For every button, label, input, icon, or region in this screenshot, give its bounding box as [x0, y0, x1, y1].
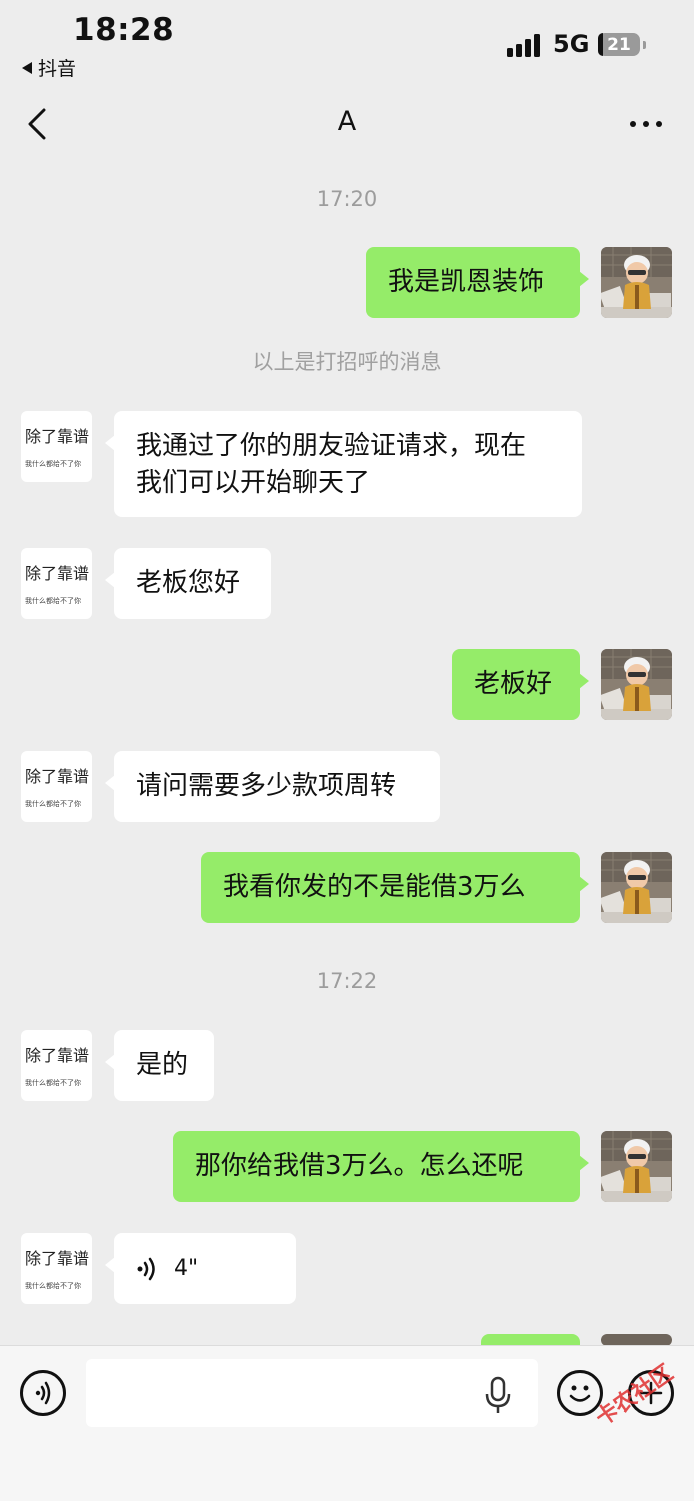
outgoing-message[interactable]: 那你给我借3万么。怎么还呢	[173, 1131, 589, 1202]
incoming-message[interactable]: 我通过了你的朋友验证请求，现在 我们可以开始聊天了	[105, 411, 582, 517]
avatar-subtext: 我什么都给不了你	[25, 460, 81, 468]
back-to-app-link[interactable]: 抖音	[22, 54, 76, 81]
avatar-subtext: 我什么都给不了你	[25, 1079, 81, 1087]
contact-avatar[interactable]: 除了靠谱 我什么都给不了你	[21, 1030, 92, 1101]
avatar-subtext: 我什么都给不了你	[25, 800, 81, 808]
avatar-subtext: 我什么都给不了你	[25, 1282, 81, 1290]
user-avatar[interactable]	[601, 852, 672, 923]
outgoing-message[interactable]: 老板好	[452, 649, 589, 720]
user-avatar[interactable]	[601, 1131, 672, 1202]
incoming-message[interactable]: 是的	[105, 1030, 214, 1101]
message-text: 我看你发的不是能借3万么	[223, 872, 526, 902]
battery-icon: 21	[598, 33, 646, 56]
chat-header: A	[0, 90, 694, 158]
avatar-text: 除了靠谱	[25, 1249, 90, 1268]
avatar-text: 除了靠谱	[25, 564, 90, 583]
voice-mode-button[interactable]	[20, 1370, 66, 1416]
message-input[interactable]	[86, 1359, 538, 1427]
signal-icon	[507, 33, 543, 57]
battery-level: 21	[607, 34, 631, 55]
message-text: 是的	[136, 1050, 189, 1080]
message-timestamp: 17:22	[316, 969, 378, 993]
contact-avatar[interactable]: 除了靠谱 我什么都给不了你	[21, 548, 92, 619]
contact-avatar[interactable]: 除了靠谱 我什么都给不了你	[21, 1233, 92, 1304]
back-triangle-icon	[22, 61, 32, 74]
network-type: 5G	[553, 30, 590, 58]
more-dots-icon[interactable]	[626, 112, 666, 136]
voice-duration: 4"	[174, 1256, 199, 1281]
voice-message[interactable]: 4"	[105, 1233, 296, 1304]
contact-avatar[interactable]: 除了靠谱 我什么都给不了你	[21, 411, 92, 482]
voice-wave-icon	[137, 1257, 155, 1280]
voice-mode-icon	[35, 1381, 51, 1405]
input-bar	[0, 1345, 694, 1501]
message-text: 我是凯恩装饰	[388, 267, 545, 297]
back-app-label: 抖音	[38, 58, 77, 80]
message-text: 请问需要多少款项周转	[136, 771, 397, 801]
message-text: 那你给我借3万么。怎么还呢	[195, 1151, 524, 1181]
message-text: 老板您好	[136, 568, 241, 598]
incoming-message[interactable]: 老板您好	[105, 548, 271, 619]
status-bar: 18:28 抖音 5G 21	[0, 0, 694, 90]
user-avatar[interactable]	[601, 247, 672, 318]
message-timestamp: 17:20	[316, 187, 378, 211]
message-text: 老板好	[474, 669, 553, 699]
message-text-line: 我通过了你的朋友验证请求，现在	[136, 431, 527, 461]
avatar-text: 除了靠谱	[25, 427, 90, 446]
chat-title: A	[337, 106, 357, 137]
outgoing-message[interactable]: 我看你发的不是能借3万么	[201, 852, 589, 923]
avatar-text: 除了靠谱	[25, 1046, 90, 1065]
outgoing-message[interactable]: 我是凯恩装饰	[366, 247, 589, 318]
incoming-message[interactable]: 请问需要多少款项周转	[105, 751, 440, 822]
message-text-line: 我们可以开始聊天了	[136, 468, 371, 498]
microphone-icon[interactable]	[484, 1376, 512, 1416]
system-note: 以上是打招呼的消息	[252, 350, 442, 374]
contact-avatar[interactable]: 除了靠谱 我什么都给不了你	[21, 751, 92, 822]
status-time: 18:28	[73, 12, 175, 48]
avatar-subtext: 我什么都给不了你	[25, 597, 81, 605]
avatar-text: 除了靠谱	[25, 767, 90, 786]
user-avatar[interactable]	[601, 649, 672, 720]
